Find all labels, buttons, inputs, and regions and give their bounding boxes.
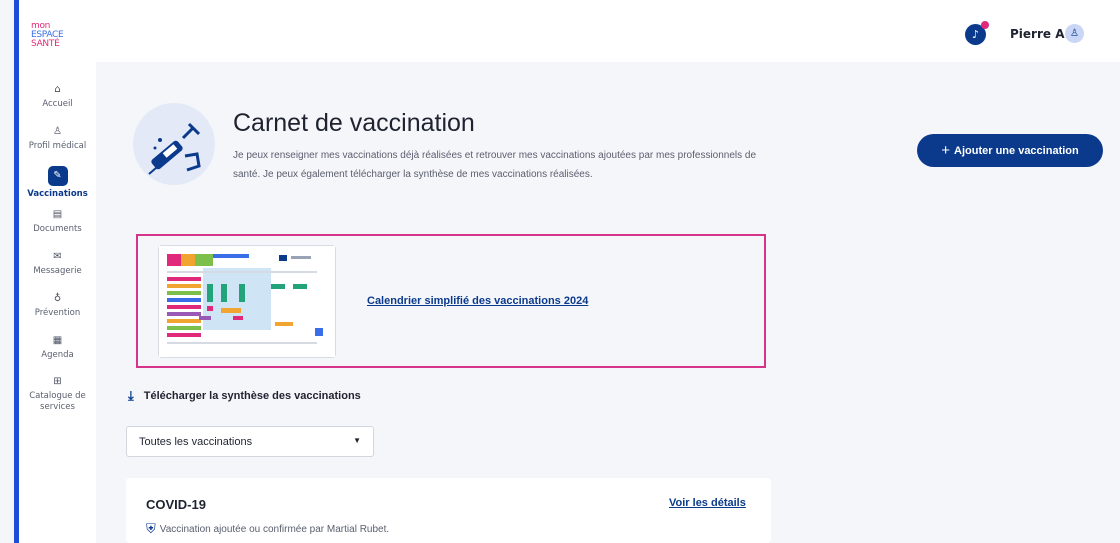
- syringe-illustration-icon: [148, 122, 201, 175]
- sidebar-item-label: Catalogue de: [29, 391, 86, 401]
- sidebar-item-label: Accueil: [42, 99, 73, 109]
- calendar-thumbnail-image: [159, 246, 335, 357]
- logo-line-3: SANTÉ: [31, 39, 60, 49]
- sidebar: ⌂ Accueil ♙ Profil médical ✎ Vaccination…: [19, 62, 96, 543]
- vaccination-card-subtitle: ⛨ Vaccination ajoutée ou confirmée par M…: [146, 521, 389, 537]
- top-header: mon ESPACE SANTÉ: [19, 0, 1120, 62]
- caret-down-icon: ▼: [353, 436, 361, 445]
- message-icon: ✉: [53, 251, 62, 262]
- sidebar-item-documents[interactable]: ▤ Documents: [19, 209, 96, 234]
- calendar-thumbnail[interactable]: [158, 245, 336, 358]
- sidebar-item-agenda[interactable]: ▦ Agenda: [19, 335, 96, 360]
- vaccination-card-title: COVID-19: [146, 497, 206, 512]
- calendar-link[interactable]: Calendrier simplifié des vaccinations 20…: [367, 295, 588, 307]
- user-name[interactable]: Pierre A.: [1010, 27, 1069, 41]
- notification-badge: [981, 21, 989, 29]
- sidebar-item-label-line-2: services: [40, 402, 75, 412]
- filter-selected-value: Toutes les vaccinations: [139, 436, 253, 448]
- syringe-icon: ✎: [47, 166, 68, 186]
- sidebar-item-label: Documents: [33, 224, 82, 234]
- calendar-icon: ▦: [52, 335, 63, 346]
- sidebar-item-messagerie[interactable]: ✉ Messagerie: [19, 251, 96, 276]
- sidebar-item-label: Prévention: [34, 308, 81, 318]
- sidebar-item-accueil[interactable]: ⌂ Accueil: [19, 84, 96, 109]
- sidebar-item-vaccinations[interactable]: ✎ Vaccinations: [19, 166, 96, 199]
- app-logo[interactable]: mon ESPACE SANTÉ: [31, 22, 75, 49]
- sidebar-item-label: Agenda: [41, 350, 74, 360]
- view-details-link[interactable]: Voir les détails: [669, 497, 746, 509]
- sidebar-item-prevention[interactable]: ♁ Prévention: [19, 293, 96, 318]
- bell-icon[interactable]: ♪: [965, 21, 989, 45]
- add-vaccination-label: Ajouter une vaccination: [954, 144, 1079, 157]
- vaccination-card-subtitle-text: Vaccination ajoutée ou confirmée par Mar…: [159, 523, 390, 535]
- sidebar-item-label: Messagerie: [33, 266, 82, 276]
- grid-icon: ⊞: [53, 376, 62, 387]
- page-title: Carnet de vaccination: [233, 109, 475, 137]
- add-vaccination-button[interactable]: + Ajouter une vaccination: [917, 134, 1103, 167]
- page-description: Je peux renseigner mes vaccinations déjà…: [233, 150, 757, 180]
- plus-icon: +: [941, 142, 951, 159]
- download-synthesis-link[interactable]: ⤓ Télécharger la synthèse des vaccinatio…: [128, 388, 361, 404]
- stethoscope-icon: ♁: [53, 293, 62, 304]
- folder-icon: ▤: [52, 209, 63, 220]
- vaccination-filter-select[interactable]: Toutes les vaccinations ▼: [126, 426, 374, 457]
- user-icon[interactable]: ♙: [1065, 24, 1084, 43]
- verified-shield-icon: ⛨: [146, 521, 156, 536]
- profile-icon: ♙: [53, 126, 62, 137]
- download-icon: ⤓: [128, 388, 134, 403]
- vaccination-card: COVID-19 Voir les détails ⛨ Vaccination …: [126, 478, 771, 543]
- home-icon: ⌂: [54, 84, 61, 95]
- sidebar-item-label: Profil médical: [28, 141, 87, 151]
- sidebar-item-label: Vaccinations: [27, 189, 88, 199]
- sidebar-item-profil-medical[interactable]: ♙ Profil médical: [19, 126, 96, 151]
- download-synthesis-label: Télécharger la synthèse des vaccinations: [143, 390, 361, 402]
- sidebar-item-catalogue[interactable]: ⊞ Catalogue de services: [19, 376, 96, 413]
